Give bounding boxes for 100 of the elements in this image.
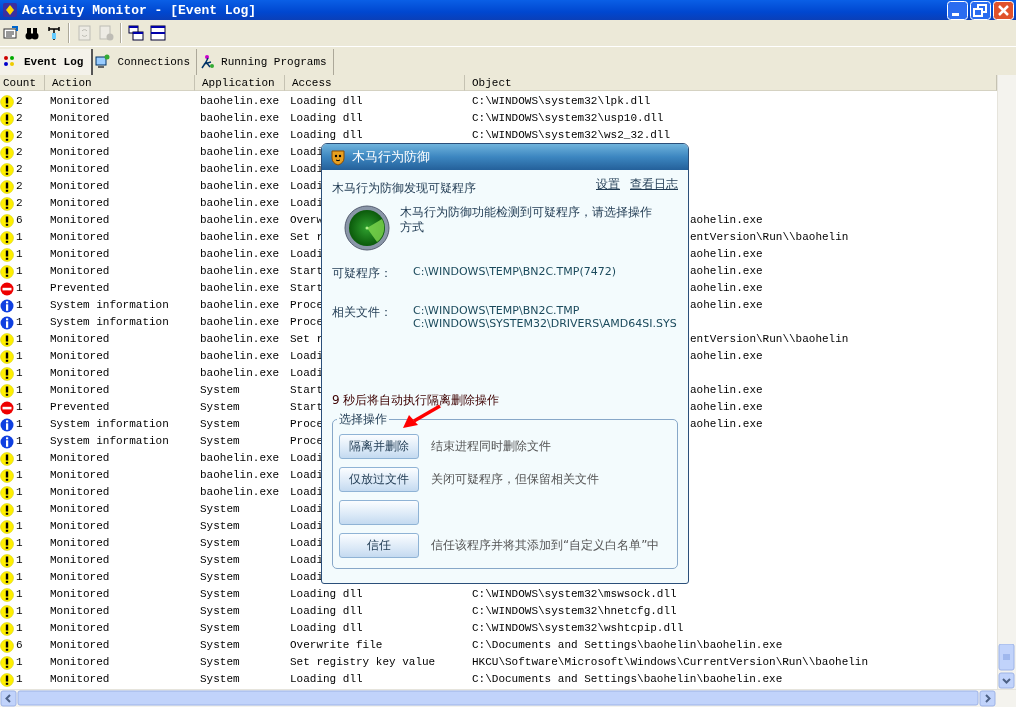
table-cell-text: Monitored bbox=[50, 196, 110, 211]
table-cell-text: baohelin.exe bbox=[200, 281, 280, 296]
table-cell-text: 6 bbox=[16, 638, 23, 653]
table-cell-text: 1 bbox=[16, 587, 23, 602]
table-cell-text: System bbox=[200, 553, 240, 568]
table-cell-text: System bbox=[200, 383, 240, 398]
link[interactable]: 设置 bbox=[596, 176, 620, 193]
table-cell-text: 1 bbox=[16, 434, 23, 449]
table-cell-text: 1 bbox=[16, 315, 23, 330]
option-description: 关闭可疑程序，但保留相关文件 bbox=[431, 471, 599, 488]
table-cell-text: aohelin.exe bbox=[690, 213, 763, 228]
option-description: 信任该程序并将其添加到“自定义白名单”中 bbox=[431, 537, 660, 554]
table-cell-text: System bbox=[200, 638, 240, 653]
table-cell-text: baohelin.exe bbox=[200, 451, 280, 466]
column-header[interactable]: Application bbox=[195, 75, 285, 91]
table-cell-text: 1 bbox=[16, 519, 23, 534]
table-cell-text: Loading dll bbox=[290, 604, 363, 619]
table-cell-text: 1 bbox=[16, 332, 23, 347]
table-cell-text: 1 bbox=[16, 264, 23, 279]
option-description: 结束进程同时删除文件 bbox=[431, 438, 551, 455]
table-cell-text: Start bbox=[290, 281, 323, 296]
antenna-icon[interactable] bbox=[46, 25, 62, 41]
dialog-message: 木马行为防御功能检测到可疑程序，请选择操作方式 bbox=[400, 205, 653, 235]
file-path: C:\WINDOWS\TEMP\BN2C.TMP(7472) bbox=[413, 265, 617, 278]
table-cell-text: Start bbox=[290, 383, 323, 398]
table-cell-text: System information bbox=[50, 417, 169, 432]
minimize-button[interactable] bbox=[947, 0, 968, 20]
table-cell-text: Monitored bbox=[50, 502, 110, 517]
table-cell-text: Monitored bbox=[50, 94, 110, 109]
table-cell-text: 1 bbox=[16, 468, 23, 483]
table-cell-text: 1 bbox=[16, 655, 23, 670]
table-cell-text: baohelin.exe bbox=[200, 230, 280, 245]
table-cell-text: 1 bbox=[16, 247, 23, 262]
table-cell-text: baohelin.exe bbox=[200, 247, 280, 262]
scroll-left-button[interactable] bbox=[0, 690, 17, 707]
table-cell-text: Monitored bbox=[50, 621, 110, 636]
table-cell-text: 2 bbox=[16, 128, 23, 143]
tile-windows-icon[interactable] bbox=[150, 25, 166, 41]
table-cell-text: aohelin.exe bbox=[690, 281, 763, 296]
restore-button[interactable] bbox=[970, 0, 991, 20]
countdown-text: 9 秒后将自动执行隔离删除操作 bbox=[332, 392, 501, 409]
table-cell-text: baohelin.exe bbox=[200, 349, 280, 364]
table-cell-text: System bbox=[200, 604, 240, 619]
table-cell-text: Monitored bbox=[50, 451, 110, 466]
table-cell-text: 1 bbox=[16, 230, 23, 245]
table-cell-text: Overwrite file bbox=[290, 638, 383, 653]
column-header[interactable]: Object bbox=[465, 75, 997, 91]
table-cell-text: baohelin.exe bbox=[200, 128, 280, 143]
table-cell-text: C:\WINDOWS\system32\usp10.dll bbox=[472, 111, 664, 126]
table-cell-text: Loadi bbox=[290, 468, 323, 483]
table-cell-text: aohelin.exe bbox=[690, 417, 763, 432]
table-cell-text: Loadi bbox=[290, 247, 323, 262]
running-figure-icon bbox=[199, 54, 216, 70]
table-cell-text: 2 bbox=[16, 196, 23, 211]
scrollbar-thumb[interactable] bbox=[998, 644, 1015, 672]
table-cell-text: C:\WINDOWS\system32\hnetcfg.dll bbox=[472, 604, 677, 619]
window-title: Activity Monitor - [Event Log] bbox=[22, 2, 258, 18]
field-label: 可疑程序： bbox=[332, 265, 393, 282]
link[interactable]: 查看日志 bbox=[630, 176, 678, 193]
column-header[interactable]: Access bbox=[285, 75, 465, 91]
table-cell-text: baohelin.exe bbox=[200, 485, 280, 500]
action-button[interactable]: 仅放过文件 bbox=[339, 467, 419, 492]
close-button[interactable] bbox=[993, 0, 1014, 20]
action-button[interactable]: 信任 bbox=[339, 533, 419, 558]
table-cell-text: Monitored bbox=[50, 111, 110, 126]
tab[interactable]: Event Log bbox=[0, 49, 94, 75]
properties-icon[interactable] bbox=[2, 25, 18, 41]
table-cell-text: 1 bbox=[16, 451, 23, 466]
column-header[interactable]: Count bbox=[0, 75, 45, 91]
scroll-right-button[interactable] bbox=[979, 690, 996, 707]
table-cell-text: Loading dll bbox=[290, 94, 363, 109]
file-path: C:\WINDOWS\TEMP\BN2C.TMP bbox=[413, 304, 581, 317]
dialog-heading: 木马行为防御发现可疑程序 bbox=[332, 180, 476, 197]
table-cell-text: baohelin.exe bbox=[200, 94, 280, 109]
table-cell-text: aohelin.exe bbox=[690, 298, 763, 313]
table-cell-text: baohelin.exe bbox=[200, 213, 280, 228]
scroll-down-button[interactable] bbox=[998, 672, 1015, 689]
table-cell-text: 1 bbox=[16, 536, 23, 551]
cascade-windows-icon[interactable] bbox=[128, 25, 144, 41]
table-cell-text: baohelin.exe bbox=[200, 145, 280, 160]
dialog-title: 木马行为防御 bbox=[352, 148, 430, 166]
table-cell-text: Monitored bbox=[50, 349, 110, 364]
table-cell-text: Monitored bbox=[50, 604, 110, 619]
table-cell-text: baohelin.exe bbox=[200, 298, 280, 313]
scrollbar-thumb[interactable] bbox=[17, 690, 979, 706]
binoculars-icon[interactable] bbox=[24, 25, 40, 41]
table-cell-text: 1 bbox=[16, 349, 23, 364]
table-cell-text: System information bbox=[50, 315, 169, 330]
table-cell-text: Loadi bbox=[290, 196, 323, 211]
column-header[interactable]: Action bbox=[45, 75, 195, 91]
file-path: C:\WINDOWS\SYSTEM32\DRIVERS\AMD64SI.SYS bbox=[413, 317, 678, 330]
action-button[interactable]: 隔离并删除 bbox=[339, 434, 419, 459]
table-cell-text: 1 bbox=[16, 417, 23, 432]
table-cell-text: baohelin.exe bbox=[200, 179, 280, 194]
table-cell-text: Loadi bbox=[290, 519, 323, 534]
table-cell-text: System bbox=[200, 536, 240, 551]
table-cell-text: Loadi bbox=[290, 451, 323, 466]
table-cell-text: baohelin.exe bbox=[200, 366, 280, 381]
table-cell-text: Loading dll bbox=[290, 621, 363, 636]
table-cell-text: 2 bbox=[16, 94, 23, 109]
